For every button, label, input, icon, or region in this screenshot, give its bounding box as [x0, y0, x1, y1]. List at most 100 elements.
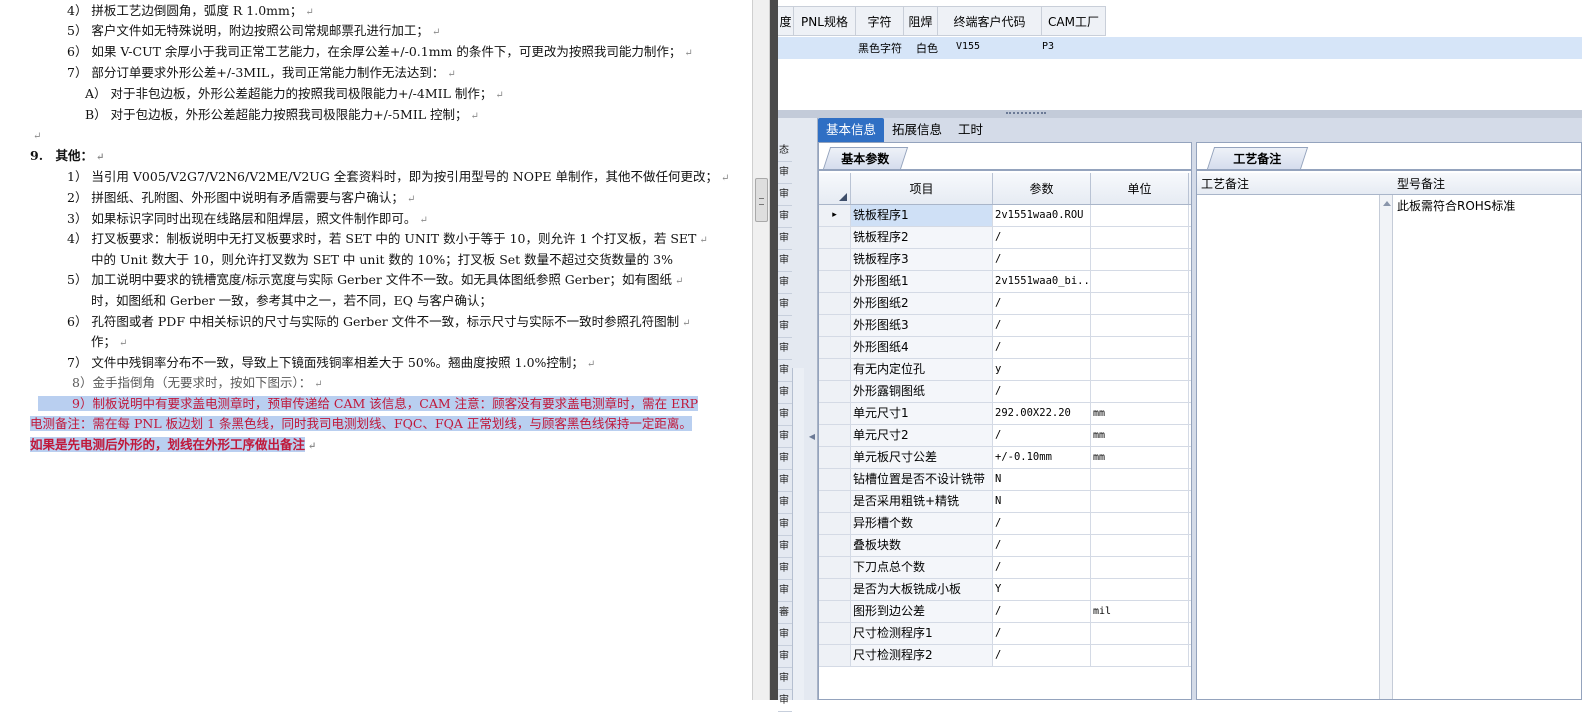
params-row[interactable]: 外形露铜图纸 /: [819, 381, 1191, 403]
grid-corner[interactable]: [819, 173, 851, 204]
strip-cell[interactable]: 审: [778, 360, 792, 382]
document-line[interactable]: 6） 孔符图或者 PDF 中相关标识的尺寸与实际的 Gerber 文件不一致，标…: [67, 312, 691, 332]
cell-param[interactable]: N: [993, 469, 1091, 490]
row-header[interactable]: [819, 469, 851, 490]
document-line[interactable]: 电测备注：需在每 PNL 板边划 1 条黑色线，同时我司电测划线、FQC、FQA…: [30, 414, 692, 434]
model-note-text[interactable]: 此板需符合ROHS标准: [1397, 197, 1515, 214]
cell-param[interactable]: y: [993, 359, 1091, 380]
cell-unit[interactable]: [1091, 271, 1189, 292]
cell-unit[interactable]: [1091, 513, 1189, 534]
cell-unit[interactable]: [1091, 557, 1189, 578]
row-header[interactable]: [819, 579, 851, 600]
params-row[interactable]: 外形图纸3/: [819, 315, 1191, 337]
strip-cell[interactable]: 审: [778, 536, 792, 558]
row-header[interactable]: [819, 271, 851, 292]
col-header-2[interactable]: PNL规格: [794, 7, 856, 35]
collapse-left-arrow-icon[interactable]: ◀: [807, 423, 817, 449]
document-line[interactable]: 7） 部分订单要求外形公差+/-3MIL，我司正常能力制作无法达到： ↵: [67, 63, 456, 83]
cell-unit[interactable]: [1091, 491, 1189, 512]
strip-cell[interactable]: 审: [778, 668, 792, 690]
strip-cell[interactable]: 审: [778, 294, 792, 316]
params-row[interactable]: 外形图纸1 2v1551waa0_bi...: [819, 271, 1191, 293]
col-header-1[interactable]: 度: [778, 7, 794, 35]
cell-unit[interactable]: mm: [1091, 425, 1189, 446]
row-header[interactable]: [819, 337, 851, 358]
document-line[interactable]: 作； ↵: [91, 332, 127, 352]
document-line[interactable]: 5） 加工说明中要求的铣槽宽度/标示宽度与实际 Gerber 文件不一致。如无具…: [67, 270, 683, 290]
document-line[interactable]: 5） 客户文件如无特殊说明，附边按照公司常规邮票孔进行加工； ↵: [67, 21, 440, 41]
params-row[interactable]: 图形到边公差 / mil: [819, 601, 1191, 623]
strip-cell[interactable]: 审: [778, 690, 792, 712]
tab-basic-params[interactable]: 基本参数: [823, 147, 909, 169]
document-page[interactable]: 4） 拼板工艺边倒圆角，弧度 R 1.0mm； ↵ 5） 客户文件如无特殊说明，附边…: [0, 0, 752, 700]
strip-cell[interactable]: 审: [778, 206, 792, 228]
cell-param[interactable]: /: [993, 337, 1091, 358]
cell-unit[interactable]: [1091, 249, 1189, 270]
cell-unit[interactable]: [1091, 579, 1189, 600]
cell-param[interactable]: +/-0.10mm: [993, 447, 1091, 468]
document-vertical-scrollbar[interactable]: [752, 0, 770, 700]
strip-cell[interactable]: 审: [778, 272, 792, 294]
row-header[interactable]: [819, 227, 851, 248]
cell-param[interactable]: /: [993, 293, 1091, 314]
cell-unit[interactable]: [1091, 623, 1189, 644]
craft-notes-textarea[interactable]: [1197, 195, 1379, 699]
cell-unit[interactable]: mil: [1091, 601, 1189, 622]
params-row[interactable]: 有无内定位孔 y: [819, 359, 1191, 381]
row-header[interactable]: [819, 557, 851, 578]
cell-param[interactable]: /: [993, 315, 1091, 336]
strip-cell[interactable]: 审: [778, 162, 792, 184]
strip-cell[interactable]: 审: [778, 646, 792, 668]
document-line[interactable]: 7） 文件中残铜率分布不一致，导致上下镜面残铜率相差大于 50%。翘曲度按照 1…: [67, 353, 595, 373]
col-header-param[interactable]: 参数: [993, 173, 1091, 204]
cell-param[interactable]: 2v1551waa0.ROU: [993, 205, 1091, 226]
cell-unit[interactable]: [1091, 227, 1189, 248]
document-line[interactable]: 9）制板说明中有要求盖电测章时，预审传递给 CAM 该信息，CAM 注意：顾客没…: [38, 394, 699, 414]
craft-notes-scrollbar[interactable]: [1379, 195, 1393, 699]
cell-param[interactable]: /: [993, 645, 1091, 666]
cell-param[interactable]: 292.00X22.20: [993, 403, 1091, 424]
cell-unit[interactable]: [1091, 315, 1189, 336]
document-line[interactable]: 9. 其他： ↵: [30, 146, 104, 166]
cell-param[interactable]: /: [993, 425, 1091, 446]
strip-cell[interactable]: 审: [778, 404, 792, 426]
tab-basic-info[interactable]: 基本信息: [818, 118, 885, 142]
cell-param[interactable]: /: [993, 601, 1091, 622]
cell-param[interactable]: N: [993, 491, 1091, 512]
params-row[interactable]: ▸ 铣板程序1 2v1551waa0.ROU: [819, 205, 1191, 227]
document-line[interactable]: 6） 如果 V-CUT 余厚小于我司正常工艺能力，在余厚公差+/-0.1mm 的…: [67, 42, 693, 62]
cell-unit[interactable]: mm: [1091, 403, 1189, 424]
strip-cell[interactable]: 审: [778, 492, 792, 514]
col-header-unit[interactable]: 单位: [1091, 173, 1189, 204]
strip-cell[interactable]: 审: [778, 580, 792, 602]
document-line[interactable]: A） 对于非包边板，外形公差超能力的按照我司极限能力+/-4MIL 制作； ↵: [85, 84, 504, 104]
document-line[interactable]: 中的 Unit 数大于 10，则允许打叉数为 SET 中 unit 数的 10%…: [91, 250, 673, 270]
cell-param[interactable]: /: [993, 227, 1091, 248]
row-header[interactable]: [819, 315, 851, 336]
params-row[interactable]: 尺寸检测程序1/: [819, 623, 1191, 645]
current-row-icon[interactable]: ▸: [819, 205, 851, 226]
strip-cell[interactable]: 审: [778, 228, 792, 250]
row-header[interactable]: [819, 425, 851, 446]
params-row[interactable]: 外形图纸4/: [819, 337, 1191, 359]
col-header-3[interactable]: 字符: [856, 7, 904, 35]
row-header[interactable]: [819, 359, 851, 380]
cell-param[interactable]: /: [993, 249, 1091, 270]
params-row[interactable]: 单元尺寸1 292.00X22.20 mm: [819, 403, 1191, 425]
document-line[interactable]: ↵: [30, 125, 41, 145]
strip-cell[interactable]: 审: [778, 514, 792, 536]
row-header[interactable]: [819, 249, 851, 270]
cell-param[interactable]: /: [993, 535, 1091, 556]
document-line[interactable]: 3） 如果标识字同时出现在线路层和阻焊层，照文件制作即可。 ↵: [67, 209, 428, 229]
cell-param[interactable]: /: [993, 557, 1091, 578]
params-row[interactable]: 外形图纸2/: [819, 293, 1191, 315]
strip-cell[interactable]: 审: [778, 184, 792, 206]
strip-cell[interactable]: 审: [778, 316, 792, 338]
scrollbar-thumb[interactable]: [755, 178, 768, 222]
strip-cell[interactable]: 审: [778, 558, 792, 580]
cell-param[interactable]: /: [993, 381, 1091, 402]
cell-unit[interactable]: [1091, 645, 1189, 666]
tab-extended-info[interactable]: 拓展信息: [884, 118, 950, 142]
row-header[interactable]: [819, 403, 851, 424]
strip-cell[interactable]: 态: [778, 140, 792, 162]
